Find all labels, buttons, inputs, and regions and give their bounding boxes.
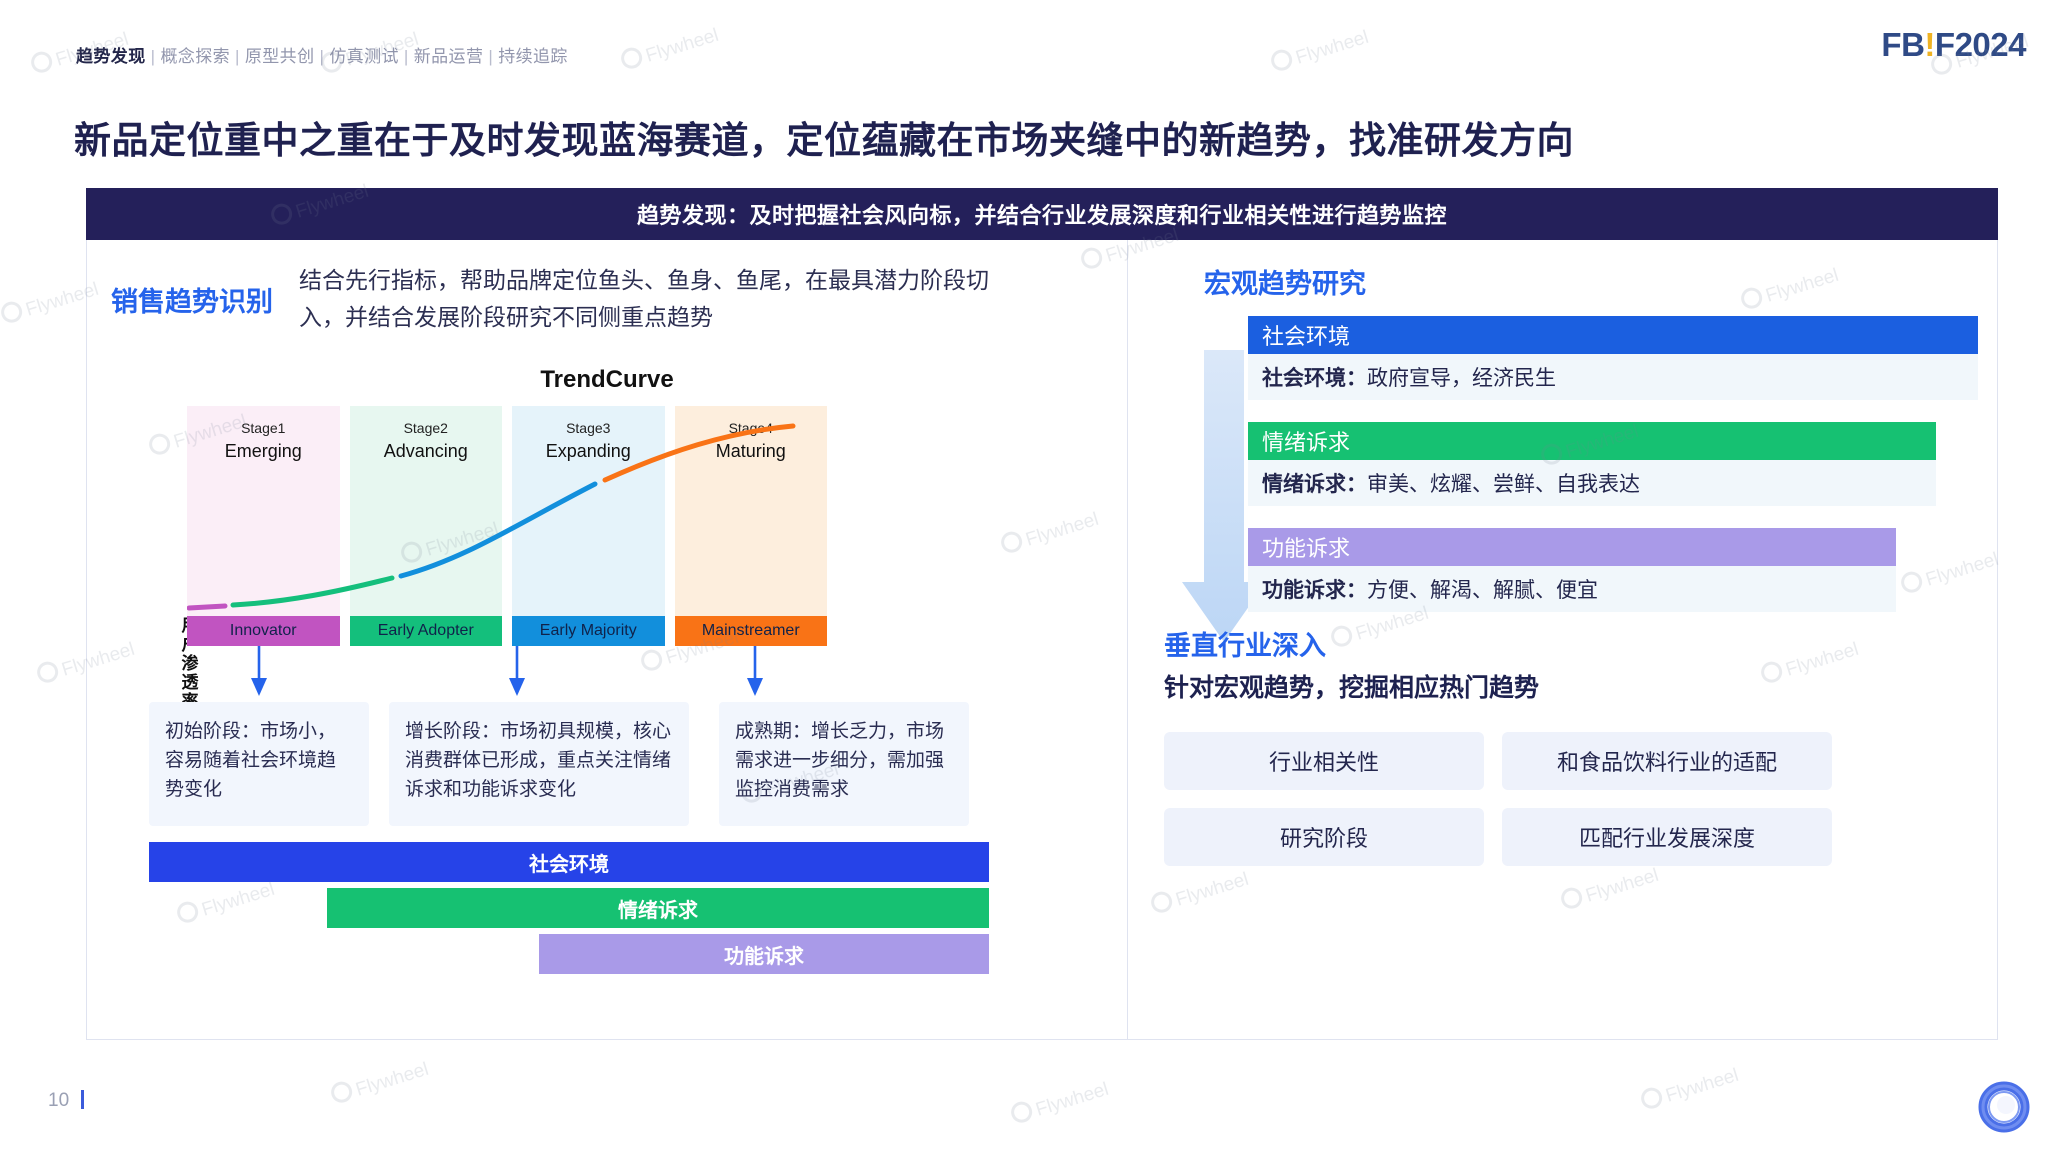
vertical-grid-row: 研究阶段 匹配行业发展深度 [1164,808,1964,866]
page-number: 10 [48,1090,85,1112]
stage-arrow-icon-2 [508,646,526,703]
page-title: 新品定位重中之重在于及时发现蓝海赛道，定位蕴藏在市场夹缝中的新趋势，找准研发方向 [74,120,1574,161]
stage-description-boxes: 初始阶段：市场小，容易随着社会环境趋势变化 增长阶段：市场初具规模，核心消费群体已… [127,702,1087,826]
fbif-logo-exclaim-icon: ! [1924,26,1935,63]
breadcrumb-item-1[interactable]: 趋势发现 [76,47,146,66]
stage-description-box-3: 成熟期：增长乏力，市场需求进一步细分，需加强监控消费需求 [719,702,969,826]
breadcrumb-separator: | [488,47,494,66]
macro-trend-item-1: 社会环境 社会环境： 政府宣导，经济民生 [1248,316,1978,400]
vertical-industry-subtitle: 针对宏观趋势，挖掘相应热门趋势 [1164,674,1540,702]
content-card: 趋势发现：及时把握社会风向标，并结合行业发展深度和行业相关性进行趋势监控 销售趋… [86,188,1998,1040]
vertical-grid-row: 行业相关性 和食品饮料行业的适配 [1164,732,1964,790]
macro-trend-item-body: 情绪诉求： 审美、炫耀、尝鲜、自我表达 [1248,460,1936,506]
macro-trend-item-2: 情绪诉求 情绪诉求： 审美、炫耀、尝鲜、自我表达 [1248,422,1936,506]
macro-trend-item-body-label: 情绪诉求： [1262,473,1367,496]
macro-trend-item-body-label: 功能诉求： [1262,579,1367,602]
macro-trend-list: 社会环境 社会环境： 政府宣导，经济民生 情绪诉求 情绪诉求： 审美、炫耀、尝鲜、自我表达… [1248,316,1978,634]
sales-trend-title: 销售趋势识别 [111,287,273,317]
breadcrumb-separator: | [403,47,409,66]
watermark-4: Flywheel [1269,24,1372,77]
stage-arrow-icon-3 [746,646,764,703]
section-banner-text: 趋势发现：及时把握社会风向标，并结合行业发展深度和行业相关性进行趋势监控 [636,203,1447,228]
breadcrumb-item-5[interactable]: 新品运营 [414,47,484,66]
left-panel: 销售趋势识别 结合先行指标，帮助品牌定位鱼头、鱼身、鱼尾，在最具潜力阶段切入，并… [86,240,1128,1040]
stage-description-box-1: 初始阶段：市场小，容易随着社会环境趋势变化 [149,702,369,826]
vertical-grid-cell-1-2[interactable]: 和食品饮料行业的适配 [1502,732,1832,790]
macro-trend-item-body-value: 政府宣导，经济民生 [1367,367,1556,390]
fbif-logo: FB!F2024 [1881,26,2026,64]
staircase-bar-3: 功能诉求 [539,934,989,974]
right-panel: 宏观趋势研究 社会环境 社会环境： 政府宣导，经济民生 情绪诉求 情绪诉求： 审美、炫耀、… [1128,240,1998,1040]
trendcurve-title: TrendCurve [540,366,674,393]
panels-container: 销售趋势识别 结合先行指标，帮助品牌定位鱼头、鱼身、鱼尾，在最具潜力阶段切入，并… [86,240,1998,1040]
macro-trend-title: 宏观趋势研究 [1204,269,1366,299]
slide-root: 趋势发现 | 概念探索 | 原型共创 | 仿真测试 | 新品运营 | 持续追踪 FB!F2024 新… [0,0,2048,1152]
macro-trend-item-body-label: 社会环境： [1262,367,1367,390]
vertical-industry-title: 垂直行业深入 [1164,631,1326,661]
section-banner: 趋势发现：及时把握社会风向标，并结合行业发展深度和行业相关性进行趋势监控 [86,188,1998,240]
breadcrumb: 趋势发现 | 概念探索 | 原型共创 | 仿真测试 | 新品运营 | 持续追踪 [76,42,568,67]
breadcrumb-separator: | [150,47,156,66]
watermark-25: Flywheel [1639,1062,1742,1115]
staircase-bar-2: 情绪诉求 [327,888,989,928]
stage-arrow-icon-1 [250,646,268,703]
trendcurve-segment-labels: Innovator Early Adopter Early Majority Main… [187,616,827,646]
segment-label-4: Mainstreamer [674,616,827,646]
brand-ring-logo [1978,1081,2030,1138]
left-panel-header: 销售趋势识别 结合先行指标，帮助品牌定位鱼头、鱼身、鱼尾，在最具潜力阶段切入，并… [111,262,1111,337]
stage-connector-arrows [187,646,827,702]
fbif-logo-part1: FB [1881,26,1925,63]
breadcrumb-separator: | [235,47,240,66]
watermark-3: Flywheel [619,22,722,75]
breadcrumb-item-2[interactable]: 概念探索 [160,47,230,66]
staircase-bars: 社会环境情绪诉求功能诉求 [127,842,1087,1002]
segment-label-2: Early Adopter [349,616,502,646]
macro-trend-item-body-value: 审美、炫耀、尝鲜、自我表达 [1367,473,1640,496]
macro-trend-item-body: 社会环境： 政府宣导，经济民生 [1248,354,1978,400]
vertical-grid-cell-1-1[interactable]: 行业相关性 [1164,732,1484,790]
page-number-value: 10 [48,1090,70,1111]
macro-trend-item-header: 功能诉求 [1248,528,1896,566]
staircase-bar-1: 社会环境 [149,842,989,882]
breadcrumb-separator: | [319,47,325,66]
fbif-logo-part2: F2024 [1934,26,2027,63]
watermark-24: Flywheel [1009,1076,1112,1129]
stage-description-box-2: 增长阶段：市场初具规模，核心消费群体已形成，重点关注情绪诉求和功能诉求变化 [389,702,689,826]
vertical-grid-cell-2-2[interactable]: 匹配行业发展深度 [1502,808,1832,866]
sales-trend-description: 结合先行指标，帮助品牌定位鱼头、鱼身、鱼尾，在最具潜力阶段切入，并结合发展阶段研… [299,267,989,331]
breadcrumb-item-6[interactable]: 持续追踪 [498,47,568,66]
trendcurve-line-chart [187,423,796,611]
macro-trend-item-3: 功能诉求 功能诉求： 方便、解渴、解腻、便宜 [1248,528,1896,612]
segment-label-1: Innovator [187,616,340,646]
watermark-23: Flywheel [329,1056,432,1109]
macro-trend-item-body: 功能诉求： 方便、解渴、解腻、便宜 [1248,566,1896,612]
breadcrumb-item-3[interactable]: 原型共创 [245,47,315,66]
macro-trend-item-body-value: 方便、解渴、解腻、便宜 [1367,579,1598,602]
macro-trend-item-header: 情绪诉求 [1248,422,1936,460]
page-number-bar-icon [81,1090,85,1109]
vertical-industry-grid: 行业相关性 和食品饮料行业的适配 研究阶段 匹配行业发展深度 [1164,732,1964,884]
vertical-grid-cell-2-1[interactable]: 研究阶段 [1164,808,1484,866]
breadcrumb-item-4[interactable]: 仿真测试 [329,47,399,66]
segment-label-3: Early Majority [512,616,665,646]
macro-trend-item-header: 社会环境 [1248,316,1978,354]
